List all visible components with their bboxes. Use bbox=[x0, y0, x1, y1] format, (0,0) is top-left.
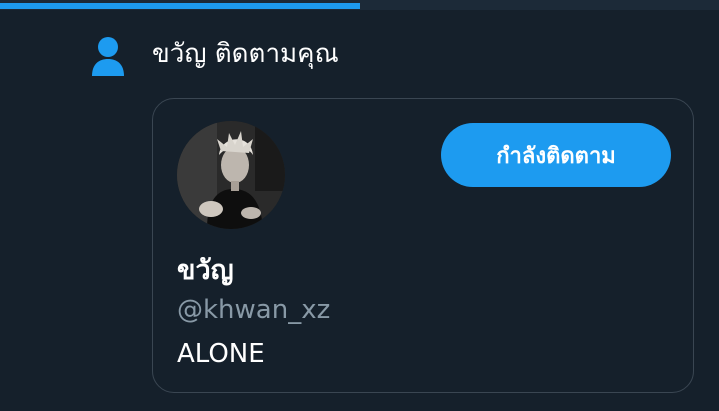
loading-bar bbox=[0, 0, 719, 10]
notification-text: ขวัญ ติดตามคุณ bbox=[152, 39, 339, 69]
display-name[interactable]: ขวัญ bbox=[177, 251, 234, 291]
user-bio: ALONE bbox=[177, 339, 265, 369]
person-icon bbox=[92, 37, 124, 76]
user-card[interactable]: กำลังติดตาม ขวัญ @khwan_xz ALONE bbox=[152, 98, 694, 393]
following-button[interactable]: กำลังติดตาม bbox=[441, 123, 671, 187]
loading-progress bbox=[0, 3, 360, 9]
avatar-photo bbox=[177, 121, 285, 229]
avatar[interactable] bbox=[177, 121, 285, 229]
user-handle[interactable]: @khwan_xz bbox=[177, 293, 330, 327]
